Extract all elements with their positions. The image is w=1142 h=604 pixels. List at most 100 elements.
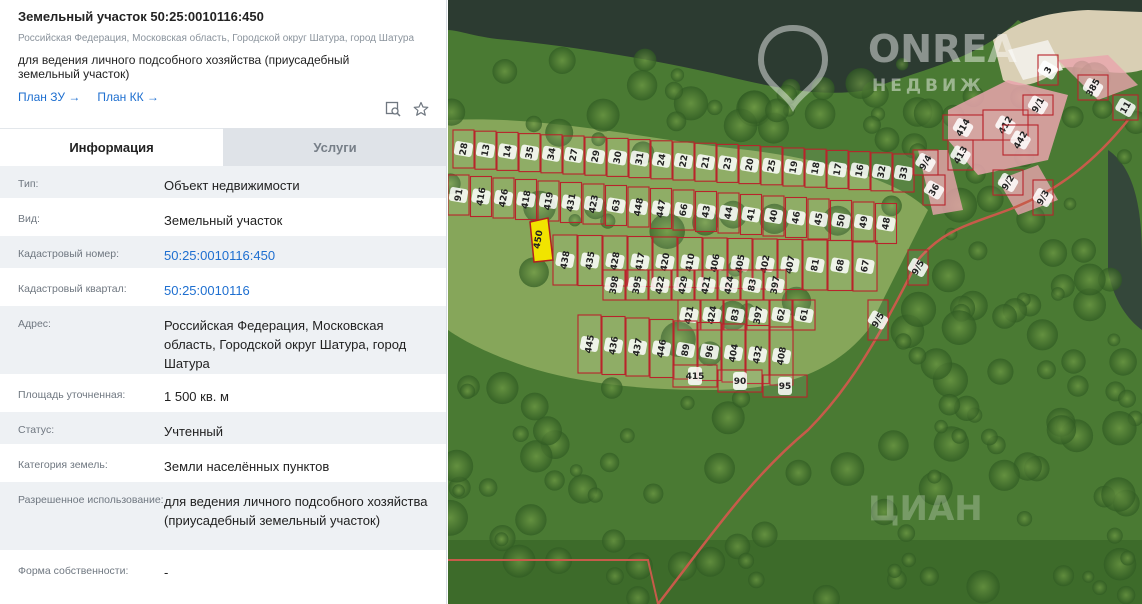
star-icon[interactable]	[413, 101, 429, 117]
row-value: Учтенный	[164, 424, 224, 439]
tree-icon	[643, 483, 664, 504]
tree-icon	[452, 484, 465, 497]
plan-zu-link[interactable]: План ЗУ →	[18, 90, 80, 104]
tree-icon	[1051, 287, 1065, 301]
row-kind: Вид: Земельный участок	[0, 201, 446, 236]
tree-icon	[525, 115, 542, 133]
tree-icon	[987, 358, 1014, 385]
tree-icon	[1109, 348, 1137, 376]
tree-icon	[1036, 360, 1056, 380]
tree-icon	[804, 98, 836, 130]
tree-icon	[544, 470, 565, 491]
watermark-subtext: НЕДВИЖ	[872, 76, 985, 96]
parcel-number: 32	[876, 165, 888, 179]
tree-icon	[664, 81, 684, 100]
panel-header: Земельный участок 50:25:0010116:450 Росс…	[0, 0, 446, 128]
tree-icon	[602, 529, 626, 553]
tree-icon	[908, 346, 927, 365]
row-address: Адрес: Российская Федерация, Московская …	[0, 306, 446, 377]
tree-icon	[1039, 239, 1068, 267]
tree-icon	[1101, 477, 1136, 512]
tree-icon	[1016, 511, 1033, 527]
parcel-number: 35	[524, 146, 536, 160]
tree-icon	[1082, 570, 1095, 583]
tree-icon	[494, 532, 509, 547]
cadastral-quarter-link[interactable]: 50:25:0010116	[164, 271, 446, 303]
row-cadastral-number: Кадастровый номер: 50:25:0010116:450	[0, 236, 446, 271]
satellite-map[interactable]: 28 13 14 35 34 27 29 30 31 24 22 21 23 20 25 19 18 17 16 32…	[448, 0, 1142, 604]
tree-icon	[667, 551, 697, 581]
row-land-category: Категория земель: Земли населённых пункт…	[0, 447, 446, 482]
row-area: Площадь уточненная: 1 500 кв. м	[0, 377, 446, 412]
tree-icon	[1073, 263, 1106, 296]
tree-icon	[951, 428, 967, 444]
watermark-text: ONREA	[868, 27, 1017, 71]
tree-icon	[599, 452, 620, 473]
parcel-number: 16	[854, 164, 866, 178]
row-cadastral-quarter: Кадастровый квартал: 50:25:0010116	[0, 271, 446, 306]
tree-icon	[830, 452, 865, 486]
tree-icon	[931, 259, 965, 293]
tree-icon	[1046, 415, 1077, 445]
parcel-number: 24	[656, 153, 668, 167]
parcel-number: 29	[590, 149, 602, 163]
row-label: Площадь уточненная:	[18, 389, 126, 401]
tree-icon	[992, 304, 1017, 329]
row-label: Категория земель:	[18, 459, 108, 471]
row-value: Российская Федерация, Московская область…	[164, 318, 407, 371]
parcel-number: 13	[480, 143, 492, 157]
tree-icon	[515, 504, 547, 536]
tree-icon	[633, 48, 657, 72]
row-value: для ведения личного подсобного хозяйства…	[164, 494, 428, 528]
tree-icon	[900, 291, 937, 327]
plan-kk-link[interactable]: План КК →	[97, 90, 159, 104]
tabs: Информация Услуги	[0, 128, 446, 166]
row-status: Статус: Учтенный	[0, 412, 446, 447]
tree-icon	[601, 377, 623, 399]
tab-services[interactable]: Услуги	[223, 128, 446, 166]
row-ownership: Форма собственности: -	[0, 553, 446, 588]
tree-icon	[1092, 580, 1108, 595]
tree-icon	[938, 393, 961, 416]
header-address: Российская Федерация, Московская область…	[18, 33, 415, 44]
tree-icon	[626, 70, 658, 101]
parcel-number: 17	[832, 163, 844, 177]
tree-icon	[704, 452, 735, 484]
tree-icon	[492, 59, 518, 84]
parcel-number: 18	[810, 161, 822, 175]
tree-icon	[966, 570, 1000, 604]
tree-icon	[502, 544, 536, 578]
tree-icon	[988, 459, 1020, 491]
tree-icon	[927, 469, 942, 484]
map-canvas[interactable]: 28 13 14 35 34 27 29 30 31 24 22 21 23 20 25 19 18 17 16 32…	[448, 0, 1142, 604]
row-label: Тип:	[18, 178, 39, 190]
tree-icon	[606, 567, 624, 585]
tree-icon	[1106, 527, 1123, 544]
tree-icon	[459, 383, 476, 399]
parcel-number: 25	[766, 159, 778, 173]
tree-icon	[1116, 585, 1136, 604]
tree-icon	[785, 459, 812, 486]
tree-icon	[934, 419, 948, 434]
tree-icon	[512, 425, 529, 442]
tree-icon	[548, 47, 576, 74]
tree-icon	[586, 98, 620, 132]
row-value: Земли населённых пунктов	[164, 459, 330, 474]
parcel-number: 90	[734, 377, 747, 387]
tree-icon	[1118, 389, 1136, 408]
tree-icon	[1102, 411, 1137, 446]
info-table: Тип: Объект недвижимости Вид: Земельный …	[0, 166, 446, 588]
tree-icon	[569, 464, 583, 477]
row-type: Тип: Объект недвижимости	[0, 166, 446, 201]
tab-info[interactable]: Информация	[0, 128, 223, 166]
row-value: Объект недвижимости	[164, 178, 300, 193]
tree-icon	[941, 310, 977, 345]
tree-icon	[878, 430, 909, 461]
cadastral-number-link[interactable]: 50:25:0010116:450	[164, 236, 446, 268]
plan-links: План ЗУ → План КК →	[18, 90, 428, 104]
tree-icon	[1107, 333, 1121, 347]
tree-icon	[1067, 375, 1089, 397]
map-search-icon[interactable]	[385, 101, 401, 117]
tree-icon	[913, 98, 944, 129]
tree-icon	[670, 68, 685, 82]
